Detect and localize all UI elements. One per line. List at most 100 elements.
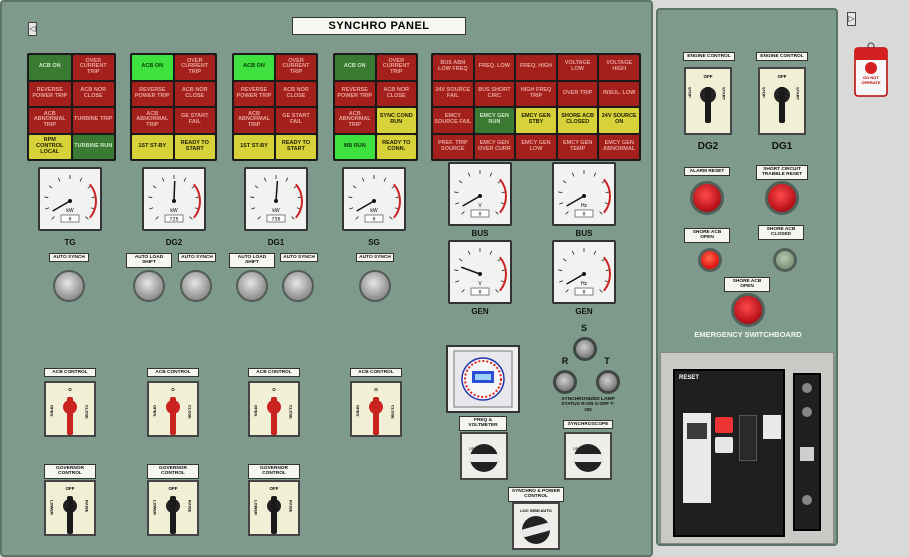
dg1-auto-load-shift-tag: AUTO LOAD SHIFT: [229, 253, 275, 268]
dg2-auto-synch-tag: AUTO SYNCH: [178, 253, 216, 263]
dg2-auto-load-shift-button[interactable]: [133, 270, 165, 302]
gauge-unit: kW: [370, 208, 378, 214]
dg1-auto-synch-tag: AUTO SYNCH: [280, 253, 318, 263]
acb-close-text: CLOSE: [188, 405, 193, 419]
status-lamp: ACB ON: [234, 55, 274, 80]
dg1-kw-gauge: kW 736: [244, 167, 308, 231]
dg1-governor-control-switch[interactable]: OFF LOWER RAISE: [248, 480, 300, 536]
dg2-kw-gauge: kW 725: [142, 167, 206, 231]
gen-v-label: GEN: [471, 307, 489, 316]
sg-status-grid: ACB ON OVER CURRENT TRIP REVERSE POWER TRI…: [333, 53, 418, 161]
eng-stop-text: STOP: [762, 87, 767, 98]
gauge-unit: V: [478, 203, 482, 209]
breaker-control-unit: [683, 413, 711, 503]
synchroscope-selector[interactable]: OFF: [564, 432, 612, 480]
gov-raise-text: RAISE: [188, 500, 193, 513]
gauge-unit: V: [478, 281, 482, 287]
status-lamp: BUS SHORT CIRC: [474, 81, 515, 106]
synchroscope-tag: SYNCHROSCOPE: [563, 420, 613, 430]
dg2-auto-load-shift-tag: AUTO LOAD SHIFT: [126, 253, 172, 268]
status-lamp: PREF. TRIP SOURCE: [433, 134, 473, 159]
nav-left-button[interactable]: ◁: [28, 22, 37, 36]
gov-lower-text: LOWER: [153, 500, 158, 515]
eng-off-text: OFF: [778, 74, 787, 79]
dg2-engine-control-tag: ENGINE CONTROL: [683, 52, 735, 62]
status-lamp: READY TO CONN.: [376, 134, 416, 159]
status-lamp: OVER CURRENT TRIP: [72, 55, 114, 80]
breaker-reset-label: RESET: [679, 375, 700, 381]
synchro-power-control-selector[interactable]: LOC SEMI AUTO: [512, 502, 560, 550]
shore-acb-open-button[interactable]: [731, 293, 765, 327]
tg-auto-synch-button[interactable]: [53, 270, 85, 302]
synchro-panel: ◁ SYNCHRO PANEL ACB ON OVER CURRENT TRIP R…: [0, 0, 653, 557]
sg-acb-control-switch[interactable]: O OPEN CLOSE: [350, 381, 402, 437]
shore-acb-open-tag: SHORE ACB OPEN: [684, 228, 730, 243]
synchro-power-control-tag: SYNCHRO & POWER CONTROL: [508, 487, 564, 502]
dg2-acb-control-tag: ACB CONTROL: [147, 368, 199, 378]
status-lamp: ACB ABNORMAL TRIP: [234, 108, 274, 133]
status-lamp: FREQ. LOW: [474, 55, 515, 80]
status-lamp: SYNC COND RUN: [376, 108, 416, 133]
sync-lamp-r: [553, 370, 577, 394]
gen-hz-label: GEN: [575, 307, 593, 316]
gauge-needle: [460, 266, 481, 275]
status-lamp: TURBINE RUN: [72, 134, 114, 159]
sel-text: LOC SEMI AUTO: [520, 508, 552, 513]
do-not-operate-text: DO NOT OPERATE: [861, 75, 881, 85]
gauge-unit: Hz: [581, 203, 588, 209]
sg-label: SG: [368, 238, 380, 247]
dg1-label: DG1: [267, 238, 285, 247]
tg-acb-control-switch[interactable]: O OPEN CLOSE: [44, 381, 96, 437]
nav-right-button[interactable]: ▷: [847, 12, 856, 26]
gov-off-text: OFF: [169, 486, 178, 491]
status-lamp: VOLTAGE LOW: [557, 55, 598, 80]
status-lamp: FREQ. HIGH: [516, 55, 556, 80]
bus-v-label: BUS: [471, 229, 489, 238]
dg2-governor-control-switch[interactable]: OFF LOWER RAISE: [147, 480, 199, 536]
sg-auto-synch-button[interactable]: [359, 270, 391, 302]
gauge-readout: 0: [478, 212, 481, 218]
status-lamp: EMCY GEN OVER CURR: [474, 134, 515, 159]
status-lamp: SHORE ACB CLOSED: [557, 108, 598, 133]
status-lamp: READY TO START: [276, 134, 316, 159]
gauge-unit: Hz: [581, 281, 588, 287]
acb-close-text: CLOSE: [85, 405, 90, 419]
tg-status-grid: ACB ON OVER CURRENT TRIP REVERSE POWER TRI…: [27, 53, 116, 161]
status-lamp: ACB ON: [132, 55, 173, 80]
gauge-readout: 0: [582, 212, 585, 218]
short-circuit-reset-button[interactable]: [765, 181, 799, 215]
dg1-auto-load-shift-button[interactable]: [236, 270, 268, 302]
tg-kw-gauge: kW 0: [38, 167, 102, 231]
breaker-start-button[interactable]: [715, 437, 733, 453]
dg2-label: DG2: [165, 238, 183, 247]
dg1-auto-synch-button[interactable]: [282, 270, 314, 302]
tg-label: TG: [64, 238, 76, 247]
dg1-status-grid: ACB ON OVER CURRENT TRIP REVERSE POWER TRI…: [232, 53, 318, 161]
status-lamp: READY TO START: [174, 134, 215, 159]
tg-governor-control-switch[interactable]: OFF LOWER RAISE: [44, 480, 96, 536]
breaker-stop-button[interactable]: [715, 417, 733, 433]
do-not-operate-tag: DO NOT OPERATE: [853, 42, 889, 98]
acb-o-text: O: [171, 387, 175, 392]
status-lamp: ACB NOR CLOSE: [276, 81, 316, 106]
dg2-engine-control-switch[interactable]: OFF STOP START: [684, 67, 732, 135]
status-lamp: OVER CURRENT TRIP: [376, 55, 416, 80]
sync-lamp-status-text: SYNCHRONIZED LAMP STATUS R-ON S-OFF T-ON: [561, 397, 615, 413]
dg2-auto-synch-button[interactable]: [180, 270, 212, 302]
acb-open-text: OPEN: [153, 405, 158, 416]
status-lamp: ACB NOR CLOSE: [72, 81, 114, 106]
dg2-acb-control-switch[interactable]: O OPEN CLOSE: [147, 381, 199, 437]
sg-auto-synch-tag: AUTO SYNCH: [356, 253, 394, 263]
status-lamp: HIGH FREQ TRIP: [516, 81, 556, 106]
status-lamp: OVER CURRENT TRIP: [276, 55, 316, 80]
tg-acb-control-tag: ACB CONTROL: [44, 368, 96, 378]
tg-auto-synch-tag: AUTO SYNCH: [49, 253, 89, 263]
dg1-acb-control-switch[interactable]: O OPEN CLOSE: [248, 381, 300, 437]
alarm-reset-tag: ALARM RESET: [684, 167, 730, 177]
alarm-reset-button[interactable]: [690, 181, 724, 215]
status-lamp: EMCY GEN LOW: [516, 134, 556, 159]
freq-voltmeter-selector[interactable]: OFF: [460, 432, 508, 480]
dg1-engine-control-switch[interactable]: OFF STOP START: [758, 67, 806, 135]
eng-stop-text: STOP: [688, 87, 693, 98]
sg-kw-gauge: kW 0: [342, 167, 406, 231]
